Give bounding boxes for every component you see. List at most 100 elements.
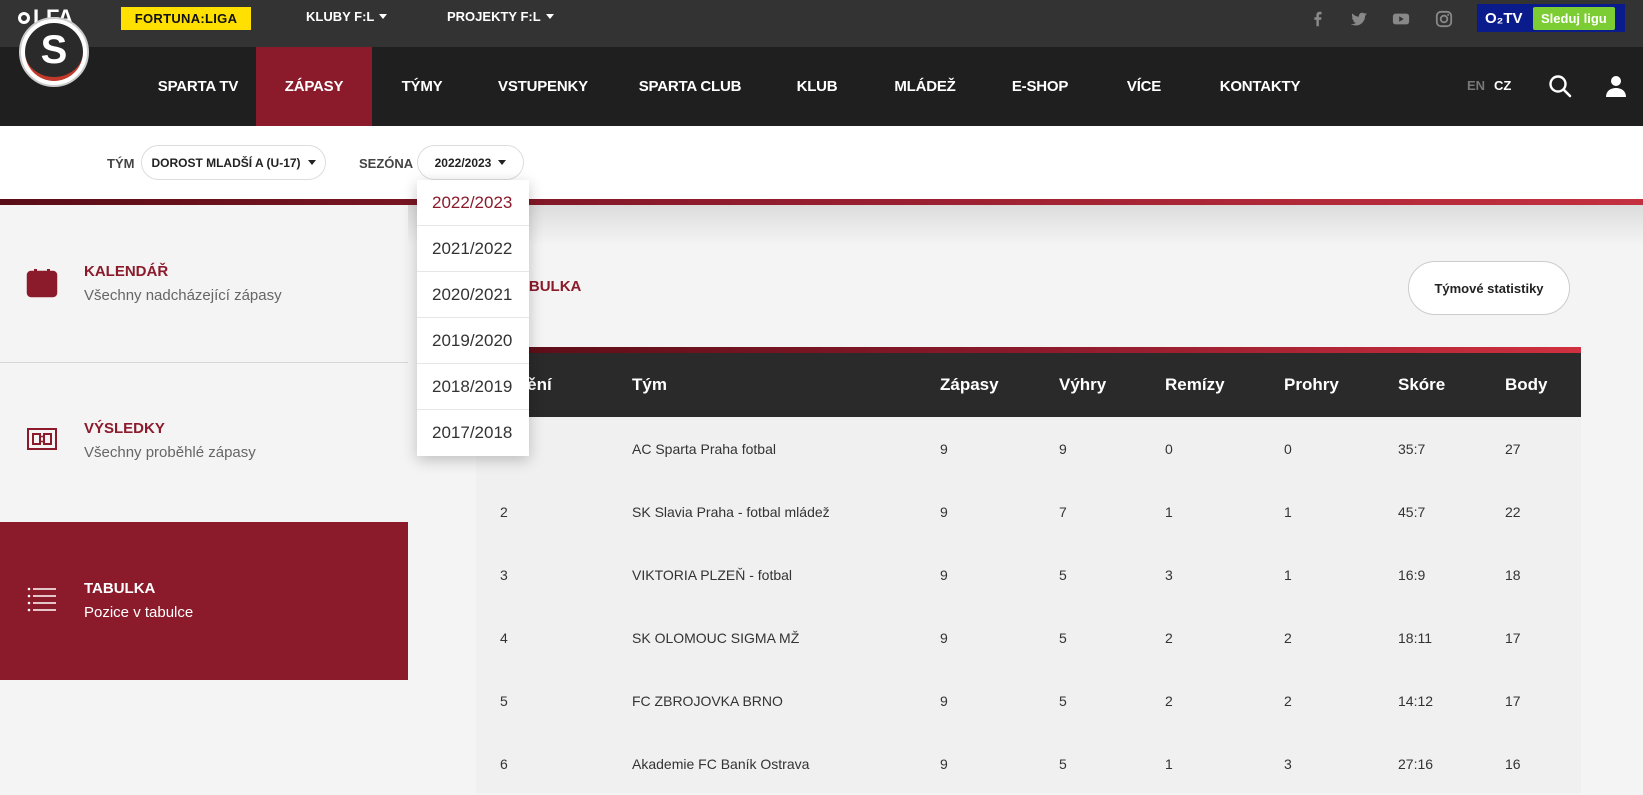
nav-item-tymy[interactable]: TÝMY: [372, 47, 472, 126]
header-tym[interactable]: Tým: [632, 375, 667, 395]
o2-tv-logo: O₂TV: [1485, 9, 1523, 27]
sidebar-item-kalendar[interactable]: KALENDÁŘ Všechny nadcházející zápasy: [0, 205, 408, 362]
table-row[interactable]: 5 FC ZBROJOVKA BRNO 9 5 2 2 14:12 17: [476, 669, 1581, 732]
nav-item-vice[interactable]: VÍCE: [1108, 47, 1180, 126]
instagram-icon[interactable]: [1434, 10, 1454, 28]
season-select[interactable]: 2022/2023: [417, 145, 524, 180]
sleduj-ligu-button[interactable]: Sleduj ligu: [1533, 6, 1615, 30]
team-filter-label: TÝM: [107, 156, 135, 171]
cell-losses: 2: [1284, 630, 1292, 646]
sidebar-item-subtitle: Všechny nadcházející zápasy: [84, 287, 282, 304]
nav-item-sparta-club[interactable]: SPARTA CLUB: [630, 47, 750, 126]
cell-losses: 1: [1284, 504, 1292, 520]
header-remizy[interactable]: Remízy: [1165, 375, 1225, 395]
chevron-down-icon: [379, 14, 388, 19]
search-icon[interactable]: [1548, 74, 1572, 98]
content-shadow: [408, 205, 1643, 245]
nav-item-kontakty[interactable]: KONTAKTY: [1214, 47, 1306, 126]
twitter-icon[interactable]: [1349, 10, 1369, 28]
team-stats-button[interactable]: Týmové statistiky: [1408, 261, 1570, 315]
table-row[interactable]: 4 SK OLOMOUC SIGMA MŽ 9 5 2 2 18:11 17: [476, 606, 1581, 669]
nav-item-mladez[interactable]: MLÁDEŽ: [882, 47, 968, 126]
cell-score: 27:16: [1398, 756, 1434, 772]
sidebar-item-tabulka[interactable]: TABULKA Pozice v tabulce: [0, 522, 408, 680]
table-row[interactable]: 6 Akademie FC Baník Ostrava 9 5 1 3 27:1…: [476, 732, 1581, 795]
cell-matches: 9: [940, 756, 948, 772]
filter-bar: TÝM DOROST MLADŠÍ A (U-17) SEZÓNA 2022/2…: [0, 126, 1643, 199]
cell-wins: 5: [1059, 630, 1067, 646]
cell-position: 6: [500, 756, 508, 772]
season-option-2018-2019[interactable]: 2018/2019: [417, 364, 529, 410]
cell-wins: 5: [1059, 693, 1067, 709]
lang-cz-link[interactable]: CZ: [1494, 78, 1511, 93]
nav-item-klub[interactable]: KLUB: [778, 47, 856, 126]
cell-losses: 1: [1284, 567, 1292, 583]
season-option-2021-2022[interactable]: 2021/2022: [417, 226, 529, 272]
calendar-icon: [26, 269, 58, 298]
cell-losses: 0: [1284, 441, 1292, 457]
cell-wins: 5: [1059, 567, 1067, 583]
chevron-down-icon: [545, 14, 554, 19]
season-option-2020-2021[interactable]: 2020/2021: [417, 272, 529, 318]
season-select-value: 2022/2023: [434, 155, 492, 170]
nav-item-zapasy[interactable]: ZÁPASY: [256, 47, 372, 126]
cell-losses: 2: [1284, 693, 1292, 709]
cell-position: 5: [500, 693, 508, 709]
cell-matches: 9: [940, 630, 948, 646]
cell-position: 2: [500, 504, 508, 520]
kluby-menu-label: KLUBY F:L: [306, 9, 375, 24]
sidebar-item-title: VÝSLEDKY: [84, 420, 165, 437]
o2-tv-banner[interactable]: O₂TV Sleduj ligu: [1477, 4, 1625, 32]
cell-wins: 9: [1059, 441, 1067, 457]
cell-points: 22: [1505, 504, 1521, 520]
table-row[interactable]: AC Sparta Praha fotbal 9 9 0 0 35:7 27: [476, 417, 1581, 480]
cell-matches: 9: [940, 567, 948, 583]
cell-team: AC Sparta Praha fotbal: [632, 441, 776, 457]
cell-draws: 3: [1165, 567, 1173, 583]
kluby-menu[interactable]: KLUBY F:L: [306, 9, 388, 24]
season-option-2022-2023[interactable]: 2022/2023: [417, 180, 529, 226]
cell-position: 3: [500, 567, 508, 583]
youtube-icon[interactable]: [1391, 10, 1411, 28]
fortuna-liga-logo[interactable]: FORTUNA:LIGA: [121, 7, 251, 30]
standings-table-body: AC Sparta Praha fotbal 9 9 0 0 35:7 27 2…: [476, 417, 1581, 793]
cell-team: VIKTORIA PLZEŇ - fotbal: [632, 567, 793, 583]
header-vyhry[interactable]: Výhry: [1059, 375, 1106, 395]
season-option-2017-2018[interactable]: 2017/2018: [417, 410, 529, 456]
sidebar-item-title: TABULKA: [84, 580, 156, 597]
cell-position: 4: [500, 630, 508, 646]
nav-item-sparta-tv[interactable]: SPARTA TV: [140, 47, 256, 126]
cell-wins: 7: [1059, 504, 1067, 520]
cell-score: 18:11: [1398, 630, 1432, 646]
cell-draws: 2: [1165, 693, 1173, 709]
cell-draws: 1: [1165, 504, 1173, 520]
header-zapasy[interactable]: Zápasy: [940, 375, 999, 395]
nav-item-e-shop[interactable]: E-SHOP: [1000, 47, 1080, 126]
cell-team: SK OLOMOUC SIGMA MŽ: [632, 630, 800, 646]
header-prohry[interactable]: Prohry: [1284, 375, 1339, 395]
sparta-club-logo[interactable]: S: [19, 17, 89, 87]
cell-team: Akademie FC Baník Ostrava: [632, 756, 810, 772]
sparta-logo-letter: S: [25, 23, 83, 81]
sidebar-item-vysledky[interactable]: VÝSLEDKY Všechny proběhlé zápasy: [0, 363, 408, 521]
table-header: stění Tým Zápasy Výhry Remízy Prohry Skó…: [476, 353, 1581, 417]
nav-item-vstupenky[interactable]: VSTUPENKY: [486, 47, 600, 126]
facebook-icon[interactable]: [1308, 10, 1328, 28]
scoreboard-icon: [27, 428, 57, 450]
projekty-menu[interactable]: PROJEKTY F:L: [447, 9, 554, 24]
cell-points: 16: [1505, 756, 1521, 772]
top-bar: LFA FORTUNA:LIGA KLUBY F:L PROJEKTY F:L …: [0, 0, 1643, 47]
table-row[interactable]: 2 SK Slavia Praha - fotbal mládež 9 7 1 …: [476, 480, 1581, 543]
chevron-down-icon: [498, 160, 507, 165]
header-skore[interactable]: Skóre: [1398, 375, 1445, 395]
user-icon[interactable]: [1604, 74, 1628, 98]
cell-matches: 9: [940, 504, 948, 520]
season-option-2019-2020[interactable]: 2019/2020: [417, 318, 529, 364]
table-row[interactable]: 3 VIKTORIA PLZEŇ - fotbal 9 5 3 1 16:9 1…: [476, 543, 1581, 606]
projekty-menu-label: PROJEKTY F:L: [447, 9, 541, 24]
season-dropdown-menu: 2022/2023 2021/2022 2020/2021 2019/2020 …: [417, 180, 529, 456]
team-select[interactable]: DOROST MLADŠÍ A (U-17): [141, 145, 326, 180]
cell-losses: 3: [1284, 756, 1292, 772]
lang-en-link[interactable]: EN: [1467, 78, 1485, 93]
header-body[interactable]: Body: [1505, 375, 1548, 395]
